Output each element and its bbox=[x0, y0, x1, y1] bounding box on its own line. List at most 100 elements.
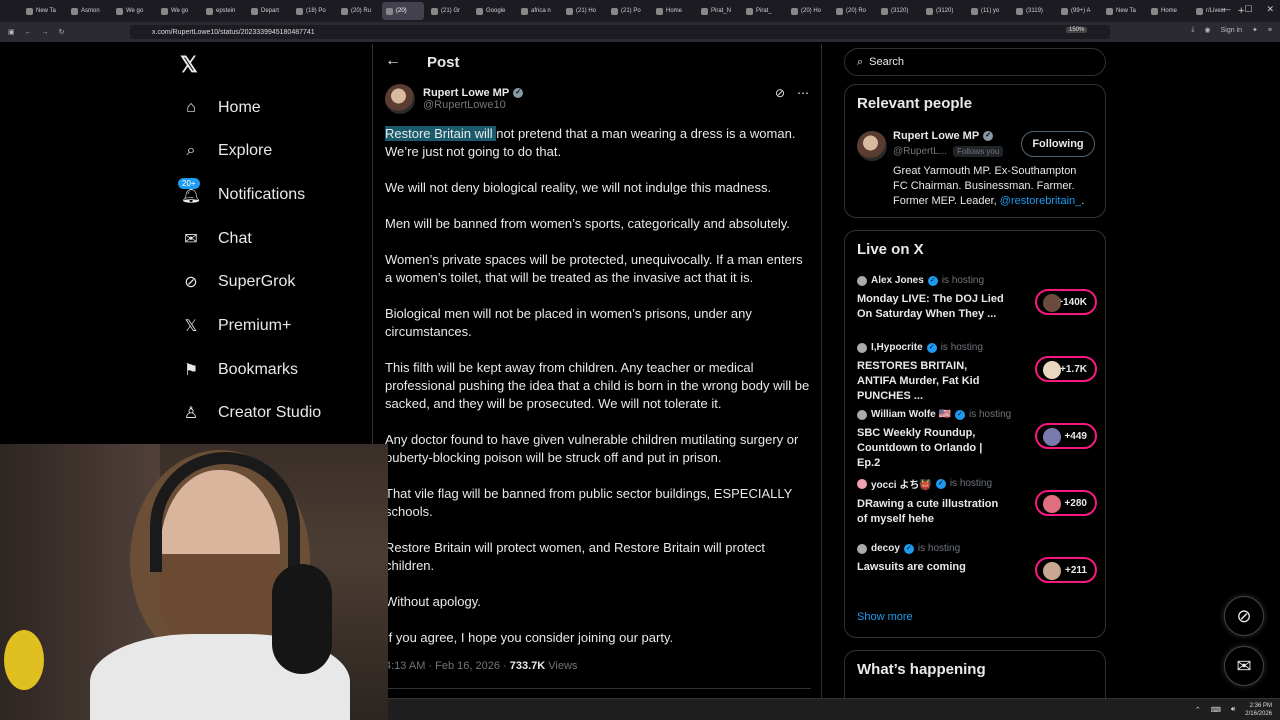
browser-tab[interactable]: Asmon bbox=[67, 2, 109, 20]
post-header: ← Post bbox=[373, 44, 821, 82]
volume-icon[interactable]: 🔊︎ bbox=[1231, 706, 1235, 714]
extensions-icon[interactable]: ✦ bbox=[1252, 26, 1258, 34]
post-paragraph: We will not deny biological reality, we … bbox=[385, 180, 772, 195]
following-button[interactable]: Following bbox=[1021, 131, 1095, 157]
browser-tab[interactable]: Home bbox=[1147, 2, 1189, 20]
live-listeners-pill[interactable]: +211 bbox=[1035, 557, 1097, 583]
browser-tab-bar: New Ta Asmon We go We go epstein Depart (18) P… bbox=[0, 0, 1280, 22]
browser-tab[interactable]: We go bbox=[157, 2, 199, 20]
minimize-icon[interactable]: — bbox=[1221, 4, 1230, 15]
browser-tab[interactable]: (11) yo bbox=[967, 2, 1009, 20]
address-bar[interactable]: x.com/RupertLowe10/status/20233399451804… bbox=[130, 25, 1110, 39]
clock-time: 2:36 PM bbox=[1249, 702, 1272, 709]
account-icon[interactable]: ◉ bbox=[1205, 26, 1211, 34]
avatar[interactable] bbox=[857, 131, 887, 161]
post-paragraph: If you agree, I hope you consider joinin… bbox=[385, 630, 674, 645]
live-listeners-pill[interactable]: +140K bbox=[1035, 289, 1097, 315]
person-name[interactable]: Rupert Lowe MP ✓ bbox=[893, 130, 994, 142]
grok-fab-icon[interactable]: ⊘ bbox=[1224, 596, 1264, 636]
verified-badge-icon: ✓ bbox=[954, 409, 965, 420]
favicon-icon bbox=[791, 7, 798, 15]
post-time[interactable]: 4:13 AM · Feb 16, 2026 · bbox=[385, 660, 510, 672]
browser-tab[interactable]: (3120) bbox=[877, 2, 919, 20]
browser-tab[interactable]: We go bbox=[112, 2, 154, 20]
favicon-icon bbox=[971, 7, 978, 15]
author-handle[interactable]: @RupertLowe10 bbox=[423, 99, 523, 111]
browser-tab[interactable]: (20) Ho bbox=[787, 2, 829, 20]
favicon-icon bbox=[611, 7, 618, 15]
clock[interactable]: 2:36 PM 2/16/2026 bbox=[1245, 702, 1272, 718]
sign-in-link[interactable]: Sign in bbox=[1221, 27, 1242, 34]
avatar[interactable] bbox=[385, 84, 415, 114]
nav-item-home[interactable]: ⌂ Home bbox=[180, 91, 261, 125]
show-more-link[interactable]: Show more bbox=[857, 611, 913, 623]
nav-item-notifications[interactable]: 🔔︎ 20+ Notifications bbox=[178, 178, 305, 212]
nav-item-explore[interactable]: ⌕ Explore bbox=[180, 134, 273, 168]
live-listeners-pill[interactable]: +449 bbox=[1035, 423, 1097, 449]
browser-tab[interactable]: Google bbox=[472, 2, 514, 20]
live-listeners-pill[interactable]: +1.7K bbox=[1035, 356, 1097, 382]
nav-item-bookmarks[interactable]: ⚑ Bookmarks bbox=[180, 353, 298, 387]
live-item[interactable]: yocci よち👹 ✓ is hosting DRawing a cute illu… bbox=[857, 476, 1097, 527]
browser-tab[interactable]: Pirat_N bbox=[697, 2, 739, 20]
live-item[interactable]: William Wolfe 🇺🇸 ✓ is hosting SBC Weekly R… bbox=[857, 409, 1097, 471]
live-title: SBC Weekly Roundup, Countdown to Orlando… bbox=[857, 427, 983, 469]
maximize-icon[interactable]: ☐ bbox=[1244, 4, 1252, 15]
menu-icon[interactable]: ≡ bbox=[1268, 27, 1272, 34]
screen: New Ta Asmon We go We go epstein Depart (18) P… bbox=[0, 0, 1280, 720]
sidebar-toggle-icon[interactable]: ▣ bbox=[8, 28, 15, 36]
window-controls: — ☐ ✕ bbox=[1221, 4, 1274, 15]
browser-tab[interactable]: (21) Gr bbox=[427, 2, 469, 20]
tab-label: New Ta bbox=[36, 8, 56, 14]
browser-tab[interactable]: (99+) A bbox=[1057, 2, 1099, 20]
tray-chevron-icon[interactable]: ⌃ bbox=[1195, 706, 1201, 714]
browser-tab[interactable]: (3120) bbox=[922, 2, 964, 20]
browser-tab[interactable]: (20) Ru bbox=[337, 2, 379, 20]
browser-tab[interactable]: Depart bbox=[247, 2, 289, 20]
search-icon: ⌕ bbox=[186, 142, 196, 159]
browser-tab[interactable]: Home bbox=[652, 2, 694, 20]
author-name[interactable]: Rupert Lowe MP ✓ bbox=[423, 87, 524, 99]
grok-icon[interactable]: ⊘ bbox=[775, 86, 785, 100]
post-author[interactable]: Rupert Lowe MP ✓ @RupertLowe10 bbox=[385, 84, 524, 114]
bio-link[interactable]: @restorebritain_ bbox=[1000, 195, 1081, 207]
more-options-icon[interactable]: ⋯ bbox=[797, 86, 809, 100]
reload-icon[interactable]: ↻ bbox=[59, 28, 65, 36]
search-input[interactable]: ⌕ Search bbox=[844, 48, 1106, 76]
browser-tab[interactable]: epstein bbox=[202, 2, 244, 20]
browser-tab[interactable]: New Ta bbox=[1102, 2, 1144, 20]
live-item[interactable]: Alex Jones ✓ is hosting Monday LIVE: The D… bbox=[857, 275, 1097, 322]
person-handle[interactable]: @RupertL... Follows you bbox=[893, 146, 1004, 157]
nav-item-chat[interactable]: ✉ Chat bbox=[180, 222, 252, 256]
post-paragraph: Any doctor found to have given vulnerabl… bbox=[385, 432, 799, 465]
browser-tab[interactable]: (3119) bbox=[1012, 2, 1054, 20]
nav-item-premium[interactable]: 𝕏 Premium+ bbox=[180, 309, 292, 343]
browser-tab[interactable]: (20) Ro bbox=[832, 2, 874, 20]
browser-tab[interactable]: Pirat_ bbox=[742, 2, 784, 20]
post-paragraph: Restore Britain will not pretend that a … bbox=[385, 125, 811, 161]
live-listeners-pill[interactable]: +280 bbox=[1035, 490, 1097, 516]
back-arrow-icon[interactable]: ← bbox=[385, 52, 401, 70]
browser-tab[interactable]: (18) Po bbox=[292, 2, 334, 20]
browser-tab[interactable]: (21) Ho bbox=[562, 2, 604, 20]
close-icon[interactable]: ✕ bbox=[1266, 4, 1274, 15]
notification-badge: 20+ bbox=[178, 178, 200, 189]
download-icon[interactable]: ⤓ bbox=[1191, 26, 1194, 34]
network-icon[interactable]: ⌨ bbox=[1211, 706, 1221, 714]
browser-tab[interactable]: New Ta bbox=[22, 2, 64, 20]
browser-tab[interactable]: (21) Po bbox=[607, 2, 649, 20]
forward-icon[interactable]: → bbox=[42, 29, 49, 36]
browser-tab[interactable]: africa n bbox=[517, 2, 559, 20]
nav-item-creator-studio[interactable]: ♙ Creator Studio bbox=[180, 396, 321, 430]
browser-tab[interactable]: (20) bbox=[382, 2, 424, 20]
x-logo-icon[interactable]: 𝕏 bbox=[180, 52, 198, 78]
live-item[interactable]: I,Hypocrite ✓ is hosting RESTORES BRITAIN,… bbox=[857, 342, 1097, 404]
post-paragraph: Women’s private spaces will be protected… bbox=[385, 252, 803, 285]
live-item[interactable]: decoy ✓ is hosting Lawsuits are coming +21… bbox=[857, 543, 1097, 583]
back-icon[interactable]: ← bbox=[25, 29, 32, 36]
nav-item-supergrok[interactable]: ⊘ SuperGrok bbox=[180, 265, 295, 299]
zoom-level[interactable]: 150% bbox=[1066, 27, 1088, 33]
favicon-icon bbox=[881, 7, 888, 15]
messages-fab-icon[interactable]: ✉ bbox=[1224, 646, 1264, 686]
tab-label: (20) Ru bbox=[351, 8, 372, 14]
